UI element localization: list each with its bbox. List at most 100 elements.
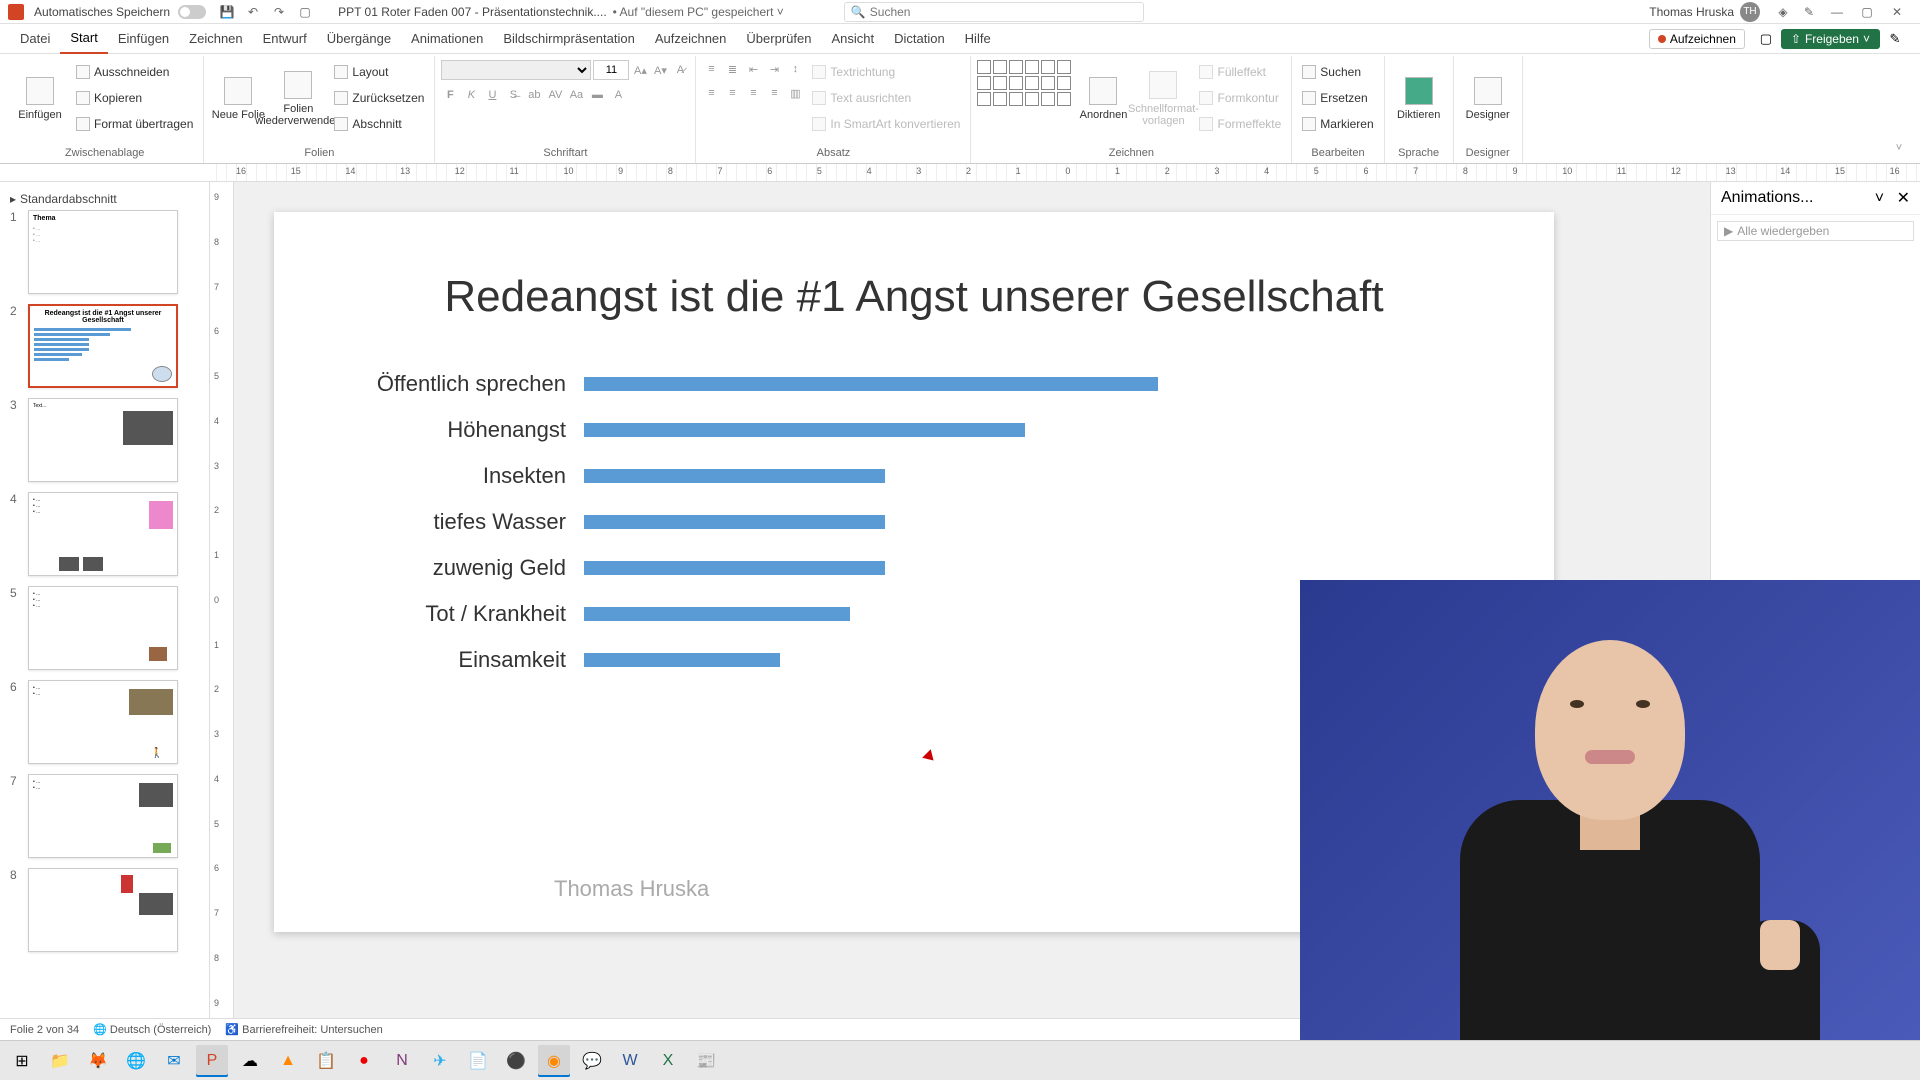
start-menu-icon[interactable]: ⊞ [6,1045,38,1077]
present-from-start-icon[interactable]: ▢ [296,3,314,21]
tab-entwurf[interactable]: Entwurf [253,24,317,54]
align-right-icon[interactable]: ≡ [744,84,762,102]
pane-options-icon[interactable]: ˅ [1875,190,1884,207]
app-icon-5[interactable]: ◉ [538,1045,570,1077]
undo-icon[interactable]: ↶ [244,3,262,21]
slide-thumb-8[interactable] [28,868,178,952]
paste-button[interactable]: Einfügen [12,60,68,138]
increase-indent-icon[interactable]: ⇥ [765,60,783,78]
outlook-icon[interactable]: ✉ [158,1045,190,1077]
chrome-icon[interactable]: 🌐 [120,1045,152,1077]
tab-aufzeichnen[interactable]: Aufzeichnen [645,24,737,54]
status-language[interactable]: 🌐 Deutsch (Österreich) [93,1023,211,1036]
app-icon-7[interactable]: 📰 [690,1045,722,1077]
vlc-icon[interactable]: ▲ [272,1045,304,1077]
app-icon-3[interactable]: ● [348,1045,380,1077]
tab-uebergaenge[interactable]: Übergänge [317,24,401,54]
find-button[interactable]: Suchen [1298,60,1377,84]
file-explorer-icon[interactable]: 📁 [44,1045,76,1077]
underline-icon[interactable]: U [483,86,501,104]
align-text-button[interactable]: Text ausrichten [808,86,964,110]
play-all-button[interactable]: ▶ Alle wiedergeben [1717,221,1914,241]
status-accessibility[interactable]: ♿ Barrierefreiheit: Untersuchen [225,1023,382,1036]
firefox-icon[interactable]: 🦊 [82,1045,114,1077]
font-size-input[interactable] [593,60,629,80]
tab-einfuegen[interactable]: Einfügen [108,24,179,54]
ribbon-collapse-icon[interactable]: ˅ [1890,139,1908,157]
justify-icon[interactable]: ≡ [765,84,783,102]
tab-zeichnen[interactable]: Zeichnen [179,24,252,54]
comments-icon[interactable]: ✎ [1883,27,1907,51]
telegram-icon[interactable]: ✈ [424,1045,456,1077]
reuse-slides-button[interactable]: Folien wiederverwenden [270,60,326,138]
font-color-icon[interactable]: A [609,86,627,104]
align-center-icon[interactable]: ≡ [723,84,741,102]
app-icon-1[interactable]: ☁ [234,1045,266,1077]
pane-close-icon[interactable]: ✕ [1897,190,1910,207]
decrease-indent-icon[interactable]: ⇤ [744,60,762,78]
section-header[interactable]: ▸ Standardabschnitt [10,188,199,210]
slide-thumb-7[interactable]: • ...• ... [28,774,178,858]
shapes-gallery[interactable] [977,60,1071,106]
increase-font-icon[interactable]: A▴ [631,61,649,79]
bold-icon[interactable]: F [441,86,459,104]
tab-start[interactable]: Start [60,24,107,54]
share-button[interactable]: ⇧Freigeben˅ [1781,29,1880,49]
tab-hilfe[interactable]: Hilfe [955,24,1001,54]
section-button[interactable]: Abschnitt [330,112,428,136]
line-spacing-icon[interactable]: ↕ [786,60,804,78]
italic-icon[interactable]: K [462,86,480,104]
arrange-button[interactable]: Anordnen [1075,60,1131,138]
char-spacing-icon[interactable]: AV [546,86,564,104]
slide-title-text[interactable]: Redeangst ist die #1 Angst unserer Gesel… [354,272,1474,322]
reset-button[interactable]: Zurücksetzen [330,86,428,110]
decrease-font-icon[interactable]: A▾ [651,61,669,79]
onenote-icon[interactable]: N [386,1045,418,1077]
slide-thumb-4[interactable]: • ...• ...• ... [28,492,178,576]
shape-outline-button[interactable]: Formkontur [1195,86,1285,110]
windows-taskbar[interactable]: ⊞ 📁 🦊 🌐 ✉ P ☁ ▲ 📋 ● N ✈ 📄 ⚫ ◉ 💬 W X 📰 [0,1040,1920,1080]
tab-ueberpruefen[interactable]: Überprüfen [736,24,821,54]
text-direction-button[interactable]: Textrichtung [808,60,964,84]
select-button[interactable]: Markieren [1298,112,1377,136]
close-icon[interactable]: ✕ [1882,0,1912,24]
clear-format-icon[interactable]: A̷ [671,61,689,79]
slide-thumb-2[interactable]: Redeangst ist die #1 Angst unserer Gesel… [28,304,178,388]
slide-thumb-3[interactable]: Text... [28,398,178,482]
slide-thumbnail-panel[interactable]: ▸ Standardabschnitt 1 Thema • ...• ...• … [0,182,210,1018]
format-painter-button[interactable]: Format übertragen [72,112,197,136]
convert-smartart-button[interactable]: In SmartArt konvertieren [808,112,964,136]
diamond-icon[interactable]: ◈ [1774,3,1792,21]
bullets-icon[interactable]: ≡ [702,60,720,78]
app-icon-2[interactable]: 📋 [310,1045,342,1077]
columns-icon[interactable]: ▥ [786,84,804,102]
designer-button[interactable]: Designer [1460,60,1516,138]
save-icon[interactable]: 💾 [218,3,236,21]
search-input[interactable] [870,5,1137,19]
change-case-icon[interactable]: Aa [567,86,585,104]
shape-fill-button[interactable]: Fülleffekt [1195,60,1285,84]
tab-datei[interactable]: Datei [10,24,60,54]
obs-icon[interactable]: ⚫ [500,1045,532,1077]
user-avatar[interactable]: TH [1740,2,1760,22]
shape-effects-button[interactable]: Formeffekte [1195,112,1285,136]
numbering-icon[interactable]: ≣ [723,60,741,78]
layout-button[interactable]: Layout [330,60,428,84]
minimize-icon[interactable]: — [1822,0,1852,24]
pen-icon[interactable]: ✎ [1800,3,1818,21]
app-icon-4[interactable]: 📄 [462,1045,494,1077]
slide-thumb-5[interactable]: • ...• ...• ... [28,586,178,670]
copy-button[interactable]: Kopieren [72,86,197,110]
autosave-toggle[interactable] [178,5,206,19]
word-icon[interactable]: W [614,1045,646,1077]
align-left-icon[interactable]: ≡ [702,84,720,102]
highlight-icon[interactable]: ▬ [588,86,606,104]
tab-dictation[interactable]: Dictation [884,24,955,54]
quick-styles-button[interactable]: Schnellformat-vorlagen [1135,60,1191,138]
slide-thumb-1[interactable]: Thema • ...• ...• ... [28,210,178,294]
app-icon-6[interactable]: 💬 [576,1045,608,1077]
dictate-button[interactable]: Diktieren [1391,60,1447,138]
maximize-icon[interactable]: ▢ [1852,0,1882,24]
document-saved-status[interactable]: • Auf "diesem PC" gespeichert ˅ [613,5,784,19]
excel-icon[interactable]: X [652,1045,684,1077]
